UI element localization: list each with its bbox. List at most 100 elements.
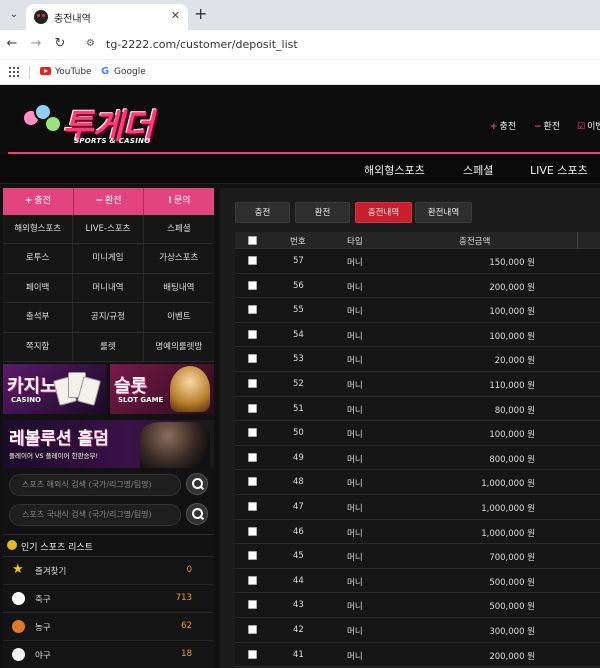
nav-live-sports[interactable]: LIVE 스포츠 xyxy=(530,162,588,178)
sidebar-item-bet-history[interactable]: 배팅내역 xyxy=(143,273,214,304)
row-amount: 20,000 원 xyxy=(494,356,535,367)
tab-close-icon[interactable]: ✕ xyxy=(171,9,180,22)
select-all-checkbox[interactable] xyxy=(248,236,257,245)
table-row: 49 머니 800,000 원 xyxy=(235,445,600,471)
deposit-history-table: 번호 타입 충전금액 57 머니 150,000 원 56 머니 200,000 원 55 머… xyxy=(235,232,600,668)
row-number: 53 xyxy=(293,354,304,365)
sidebar-item-live-sports[interactable]: LIVE-스포츠 xyxy=(73,215,144,245)
reload-icon[interactable]: ↻ xyxy=(52,36,68,52)
search-icon[interactable] xyxy=(186,472,208,495)
row-number: 52 xyxy=(293,378,304,389)
sidebar-item-notice[interactable]: 공지/규정 xyxy=(73,303,144,333)
row-amount: 700,000 원 xyxy=(489,553,535,564)
sport-list-item[interactable]: ★ 즐겨찾기 0 xyxy=(3,555,214,584)
apps-grid-icon[interactable] xyxy=(9,67,19,77)
sport-name: 농구 xyxy=(35,622,51,633)
row-number: 49 xyxy=(293,452,304,463)
browser-tab-active[interactable]: 충전내역 ✕ xyxy=(26,4,188,30)
tab-withdraw[interactable]: 환전 xyxy=(295,202,350,223)
row-checkbox[interactable] xyxy=(248,403,257,413)
sidebar-item-payback[interactable]: 페이백 xyxy=(3,273,74,304)
row-checkbox[interactable] xyxy=(248,280,257,290)
table-row: 53 머니 20,000 원 xyxy=(235,347,600,372)
row-checkbox[interactable] xyxy=(248,575,257,585)
header-withdraw-link[interactable]: − 환전 xyxy=(534,119,560,132)
sidebar-item-special[interactable]: 스페셜 xyxy=(143,215,214,245)
sidebar-item-virtual-sports[interactable]: 가상스포츠 xyxy=(143,244,214,274)
row-checkbox[interactable] xyxy=(248,329,257,339)
tab-withdraw-history[interactable]: 환전내역 xyxy=(415,202,472,223)
bookmark-google[interactable]: G Google xyxy=(101,65,146,79)
sidebar-item-messages[interactable]: 쪽지함 xyxy=(3,332,74,362)
sidebar-item-event[interactable]: 이벤트 xyxy=(143,303,214,333)
basketball-icon xyxy=(12,619,25,633)
header-deposit-link[interactable]: + 충전 xyxy=(490,119,516,132)
domestic-search-row: 스포츠 국내식 검색 (국가/리그명/팀명) xyxy=(3,502,214,528)
row-amount: 1,000,000 원 xyxy=(481,479,535,490)
table-row: 45 머니 700,000 원 xyxy=(235,544,600,569)
minus-icon: − xyxy=(534,122,542,132)
row-checkbox[interactable] xyxy=(248,501,257,511)
sport-list-item[interactable]: 농구 62 xyxy=(3,611,214,640)
column-number: 번호 xyxy=(290,237,306,247)
row-checkbox[interactable] xyxy=(248,600,257,610)
nav-overseas-sports[interactable]: 해외형스포츠 xyxy=(364,162,425,178)
row-amount: 80,000 원 xyxy=(494,405,535,416)
tab-deposit-history[interactable]: 충전내역 xyxy=(355,202,412,223)
row-checkbox[interactable] xyxy=(248,428,257,438)
sidebar-item-minigame[interactable]: 미니게임 xyxy=(73,244,144,274)
tab-deposit[interactable]: 충전 xyxy=(235,202,290,223)
sport-count: 713 xyxy=(175,592,192,603)
new-tab-plus-icon[interactable]: + xyxy=(194,5,207,23)
sidebar-item-attendance[interactable]: 출석부 xyxy=(3,303,74,333)
url-text[interactable]: tg-2222.com/customer/deposit_list xyxy=(106,38,298,51)
row-checkbox[interactable] xyxy=(248,551,257,561)
popular-sports-list: ★ 즐겨찾기 0 축구 713 농구 62 야구 18 xyxy=(3,555,214,668)
plus-icon: + xyxy=(24,196,33,206)
url-field[interactable]: ⚙ tg-2222.com/customer/deposit_list xyxy=(82,34,592,56)
row-checkbox[interactable] xyxy=(248,624,257,634)
row-number: 45 xyxy=(293,551,304,562)
row-checkbox[interactable] xyxy=(248,378,257,388)
slot-banner[interactable]: 슬롯 SLOT GAME xyxy=(110,363,214,414)
row-number: 55 xyxy=(293,305,304,316)
header-event-link[interactable]: ☑ 이벤 xyxy=(577,119,600,132)
site-logo[interactable]: 투게더 SPORTS & CASINO xyxy=(20,95,170,151)
row-amount: 100,000 원 xyxy=(489,430,535,441)
nav-special[interactable]: 스페셜 xyxy=(463,162,493,178)
holdem-banner-title: 레볼루션 홀덤 xyxy=(9,428,109,449)
sidebar-item-money-history[interactable]: 머니내역 xyxy=(73,273,144,304)
site-info-icon[interactable]: ⚙ xyxy=(86,38,100,52)
poker-player-image xyxy=(140,421,210,468)
forward-arrow-icon[interactable]: → xyxy=(28,36,44,52)
sport-list-item[interactable]: 축구 713 xyxy=(3,583,214,612)
table-row: 42 머니 300,000 원 xyxy=(235,617,600,643)
sidebar-item-hall-of-fame-roulette[interactable]: 명예의룰렛방 xyxy=(143,332,214,362)
bookmark-youtube[interactable]: YouTube xyxy=(40,65,92,79)
row-checkbox[interactable] xyxy=(248,305,257,315)
overseas-search-input[interactable]: 스포츠 해외식 검색 (국가/리그명/팀명) xyxy=(9,473,181,496)
table-header: 번호 타입 충전금액 xyxy=(235,232,600,249)
tab-search-chevron-icon[interactable]: ⌄ xyxy=(6,7,22,23)
row-type: 머니 xyxy=(347,577,363,588)
row-checkbox[interactable] xyxy=(248,452,257,462)
row-checkbox[interactable] xyxy=(248,477,257,487)
sidebar-item-overseas-sports[interactable]: 해외형스포츠 xyxy=(3,215,74,245)
sidebar-item-lotus[interactable]: 로투스 xyxy=(3,244,74,274)
row-checkbox[interactable] xyxy=(248,354,257,364)
row-checkbox[interactable] xyxy=(248,526,257,536)
back-arrow-icon[interactable]: ← xyxy=(4,36,20,52)
revolution-holdem-banner[interactable]: 레볼루션 홀덤 플레이어 VS 플레이어 한판승부! xyxy=(3,419,214,468)
sport-list-item[interactable]: 야구 18 xyxy=(3,639,214,668)
domestic-search-input[interactable]: 스포츠 국내식 검색 (국가/리그명/팀명) xyxy=(9,503,181,526)
search-icon[interactable] xyxy=(186,502,208,525)
row-type: 머니 xyxy=(347,651,363,662)
casino-banner[interactable]: 카지노 CASINO xyxy=(3,363,106,414)
row-checkbox[interactable] xyxy=(248,649,257,659)
sidebar-deposit-button[interactable]: + 충전 xyxy=(3,188,74,215)
row-number: 41 xyxy=(293,649,304,660)
sidebar-withdraw-button[interactable]: − 환전 xyxy=(73,188,145,215)
sidebar-inquiry-button[interactable]: ! 문의 xyxy=(144,188,215,215)
sidebar-item-roulette[interactable]: 룰렛 xyxy=(73,332,144,362)
row-checkbox[interactable] xyxy=(248,256,257,265)
